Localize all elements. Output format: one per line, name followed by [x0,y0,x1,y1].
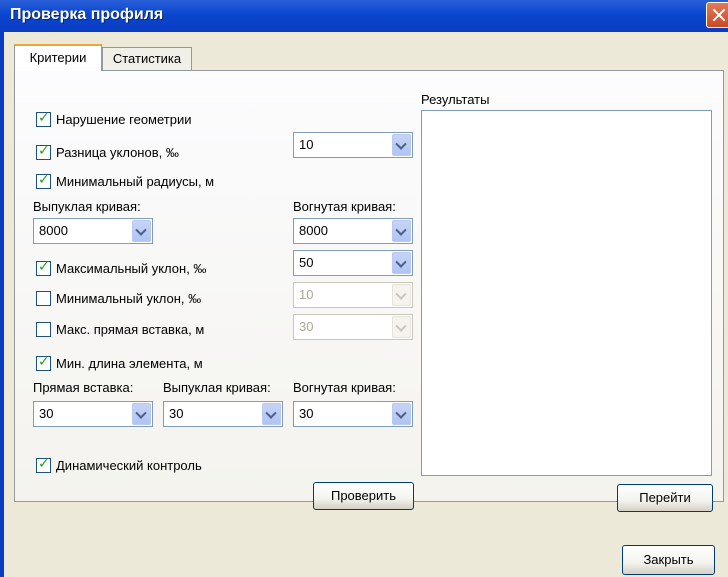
chevron-down-icon[interactable] [132,403,151,425]
convex-curve-value: 8000 [39,223,68,238]
chevron-down-icon[interactable] [392,220,411,242]
concave-curve-select[interactable]: 8000 [293,218,413,244]
concave-curve-2-label: Вогнутая кривая: [293,380,396,395]
close-button[interactable]: Закрыть [622,545,715,575]
min-element-length-label: Мин. длина элемента, м [56,356,203,371]
window-border-left [0,32,4,577]
check-button[interactable]: Проверить [313,482,414,510]
tab-criteria[interactable]: Критерии [14,44,102,71]
min-radii-checkbox[interactable] [36,172,51,189]
straight-insert-label: Прямая вставка: [33,380,134,395]
results-list[interactable] [421,110,712,476]
straight-insert-value: 30 [39,406,54,421]
min-slope-value: 10 [299,287,314,302]
concave-curve-2-value: 30 [299,406,314,421]
slope-difference-label: Разница уклонов, ‰ [56,145,179,160]
concave-curve-label: Вогнутая кривая: [293,199,396,214]
concave-curve-value: 8000 [299,223,328,238]
max-slope-checkbox[interactable] [36,259,51,276]
min-element-length-checkbox[interactable] [36,354,51,371]
max-straight-value: 30 [299,319,314,334]
min-radii-label: Минимальный радиусы, м [56,174,215,189]
goto-button[interactable]: Перейти [617,484,713,512]
chevron-down-icon[interactable] [392,252,411,274]
slope-difference-value: 10 [299,137,314,152]
convex-curve-label: Выпуклая кривая: [33,199,141,214]
slope-difference-checkbox[interactable] [36,143,51,160]
convex-curve-2-label: Выпуклая кривая: [163,380,271,395]
window-title: Проверка профиля [10,6,164,23]
tab-criteria-label: Критерии [29,50,87,65]
convex-curve-2-select[interactable]: 30 [163,401,283,427]
dynamic-control-checkbox[interactable] [36,456,51,473]
chevron-down-icon[interactable] [132,220,151,242]
close-window-button[interactable] [706,2,728,28]
dynamic-control-label: Динамический контроль [56,458,202,473]
tab-statistics[interactable]: Статистика [102,47,192,71]
max-straight-checkbox[interactable] [36,322,51,337]
min-slope-label: Минимальный уклон, ‰ [56,291,202,306]
results-label: Результаты [421,92,490,107]
max-slope-label: Максимальный уклон, ‰ [56,261,207,276]
concave-curve-2-select[interactable]: 30 [293,401,413,427]
chevron-down-icon[interactable] [392,134,411,156]
max-slope-value: 50 [299,255,314,270]
convex-curve-select[interactable]: 8000 [33,218,153,244]
max-straight-select[interactable]: 30 [293,314,413,340]
min-slope-select[interactable]: 10 [293,282,413,308]
convex-curve-2-value: 30 [169,406,184,421]
max-straight-label: Макс. прямая вставка, м [56,322,205,337]
chevron-down-icon [392,284,411,306]
min-slope-checkbox[interactable] [36,291,51,306]
slope-difference-select[interactable]: 10 [293,132,413,158]
chevron-down-icon[interactable] [262,403,281,425]
straight-insert-select[interactable]: 30 [33,401,153,427]
title-bar: Проверка профиля [0,0,728,32]
tab-statistics-label: Статистика [112,51,182,66]
chevron-down-icon [392,316,411,338]
geometry-violation-label: Нарушение геометрии [56,112,192,127]
max-slope-select[interactable]: 50 [293,250,413,276]
chevron-down-icon[interactable] [392,403,411,425]
geometry-violation-checkbox[interactable] [36,110,51,127]
